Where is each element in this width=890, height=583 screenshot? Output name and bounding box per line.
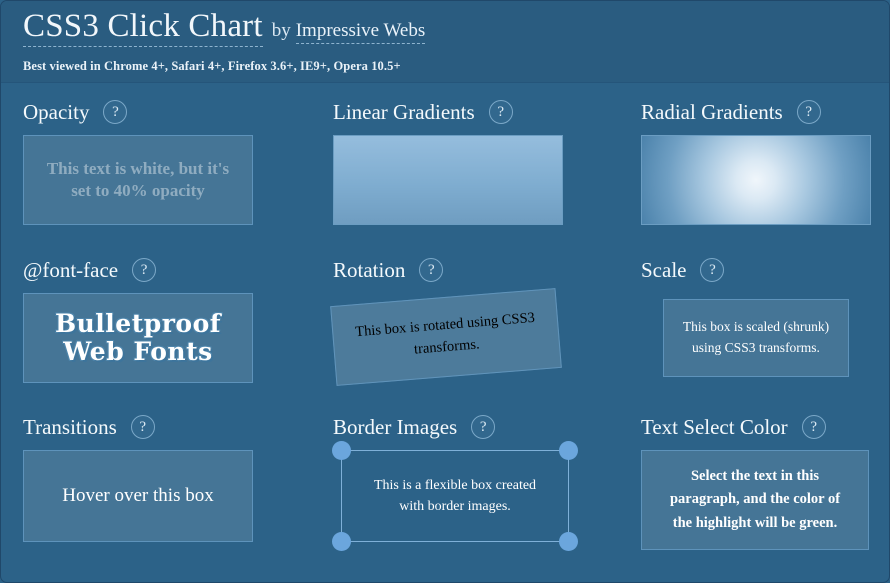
card-header-rotation: Rotation ? (333, 255, 641, 285)
demo-transitions[interactable]: Hover over this box (23, 450, 253, 542)
card-title-border-images: Border Images (333, 414, 458, 439)
corner-dot-icon-bottom-left (332, 532, 351, 551)
help-icon-font-face[interactable]: ? (132, 258, 157, 282)
demo-opacity-text: This text is white, but it's set to 40% … (46, 158, 230, 200)
card-header-radial-gradients: Radial Gradients ? (641, 97, 889, 127)
help-icon-radial-gradients[interactable]: ? (796, 100, 821, 124)
demo-font-face[interactable]: Bulletproof Web Fonts (23, 293, 253, 383)
card-radial-gradients: Radial Gradients ? (641, 97, 889, 255)
card-header-font-face: @font-face ? (23, 255, 333, 285)
browser-support-note: Best viewed in Chrome 4+, Safari 4+, Fir… (23, 59, 401, 73)
card-title-scale: Scale (641, 257, 687, 282)
card-opacity: Opacity ? This text is white, but it's s… (23, 97, 333, 255)
demo-rotation-text: This box is rotated using CSS3 transform… (354, 310, 536, 358)
card-title-font-face: @font-face (23, 257, 119, 282)
card-title-transitions: Transitions (23, 414, 117, 439)
corner-dot-icon-top-right (559, 441, 578, 460)
demo-scale-wrapper: This box is scaled (shrunk) using CSS3 t… (641, 293, 871, 383)
demo-scale-text: This box is scaled (shrunk) using CSS3 t… (682, 319, 830, 355)
card-header-scale: Scale ? (641, 255, 889, 285)
help-icon-scale[interactable]: ? (700, 258, 725, 282)
help-icon-text-select-color[interactable]: ? (801, 415, 826, 439)
card-title-radial-gradients: Radial Gradients (641, 99, 783, 124)
help-icon-border-images[interactable]: ? (471, 415, 496, 439)
demo-linear-gradient[interactable] (333, 135, 563, 225)
card-header-text-select-color: Text Select Color ? (641, 412, 889, 442)
card-header-opacity: Opacity ? (23, 97, 333, 127)
help-icon-linear-gradients[interactable]: ? (488, 100, 513, 124)
demo-border-images[interactable]: This is a flexible box created with bord… (341, 450, 569, 542)
card-rotation: Rotation ? This box is rotated using CSS… (330, 255, 641, 412)
card-title-linear-gradients: Linear Gradients (333, 99, 475, 124)
card-border-images: Border Images ? This is a flexible box c… (332, 412, 641, 582)
css3-click-chart-page: CSS3 Click Chart by Impressive Webs Best… (0, 0, 890, 583)
card-title-text-select-color: Text Select Color (641, 414, 788, 439)
help-icon-transitions[interactable]: ? (130, 415, 155, 439)
card-header-transitions: Transitions ? (23, 412, 333, 442)
demo-border-images-text: This is a flexible box created with bord… (373, 478, 537, 514)
corner-dot-icon-bottom-right (559, 532, 578, 551)
demo-text-select-color[interactable]: Select the text in this paragraph, and t… (641, 450, 869, 550)
feature-grid: Opacity ? This text is white, but it's s… (1, 83, 889, 582)
card-title-rotation: Rotation (333, 257, 406, 282)
title-row: CSS3 Click Chart by Impressive Webs (23, 10, 889, 47)
card-transitions: Transitions ? Hover over this box (23, 412, 333, 582)
card-header-border-images: Border Images ? (333, 412, 641, 442)
help-icon-rotation[interactable]: ? (419, 258, 444, 282)
demo-text-select-color-text: Select the text in this paragraph, and t… (669, 467, 841, 531)
card-title-opacity: Opacity (23, 99, 90, 124)
page-title: CSS3 Click Chart (23, 10, 263, 47)
help-icon-opacity[interactable]: ? (103, 100, 128, 124)
byline-prefix: by (271, 20, 291, 41)
card-font-face: @font-face ? Bulletproof Web Fonts (23, 255, 333, 412)
card-scale: Scale ? This box is scaled (shrunk) usin… (641, 255, 889, 412)
demo-rotation-wrapper: This box is rotated using CSS3 transform… (330, 288, 583, 393)
demo-scale[interactable]: This box is scaled (shrunk) using CSS3 t… (663, 299, 849, 377)
demo-rotation[interactable]: This box is rotated using CSS3 transform… (330, 288, 562, 386)
demo-transitions-text: Hover over this box (62, 485, 214, 506)
demo-font-face-text: Bulletproof Web Fonts (54, 309, 221, 366)
demo-border-images-wrapper: This is a flexible box created with bord… (332, 441, 578, 551)
card-linear-gradients: Linear Gradients ? (333, 97, 641, 255)
byline-link-impressive-webs[interactable]: Impressive Webs (295, 21, 426, 44)
page-header: CSS3 Click Chart by Impressive Webs Best… (1, 1, 889, 83)
demo-radial-gradient[interactable] (641, 135, 871, 225)
card-header-linear-gradients: Linear Gradients ? (333, 97, 641, 127)
demo-opacity[interactable]: This text is white, but it's set to 40% … (23, 135, 253, 225)
corner-dot-icon-top-left (332, 441, 351, 460)
card-text-select-color: Text Select Color ? Select the text in t… (641, 412, 889, 582)
